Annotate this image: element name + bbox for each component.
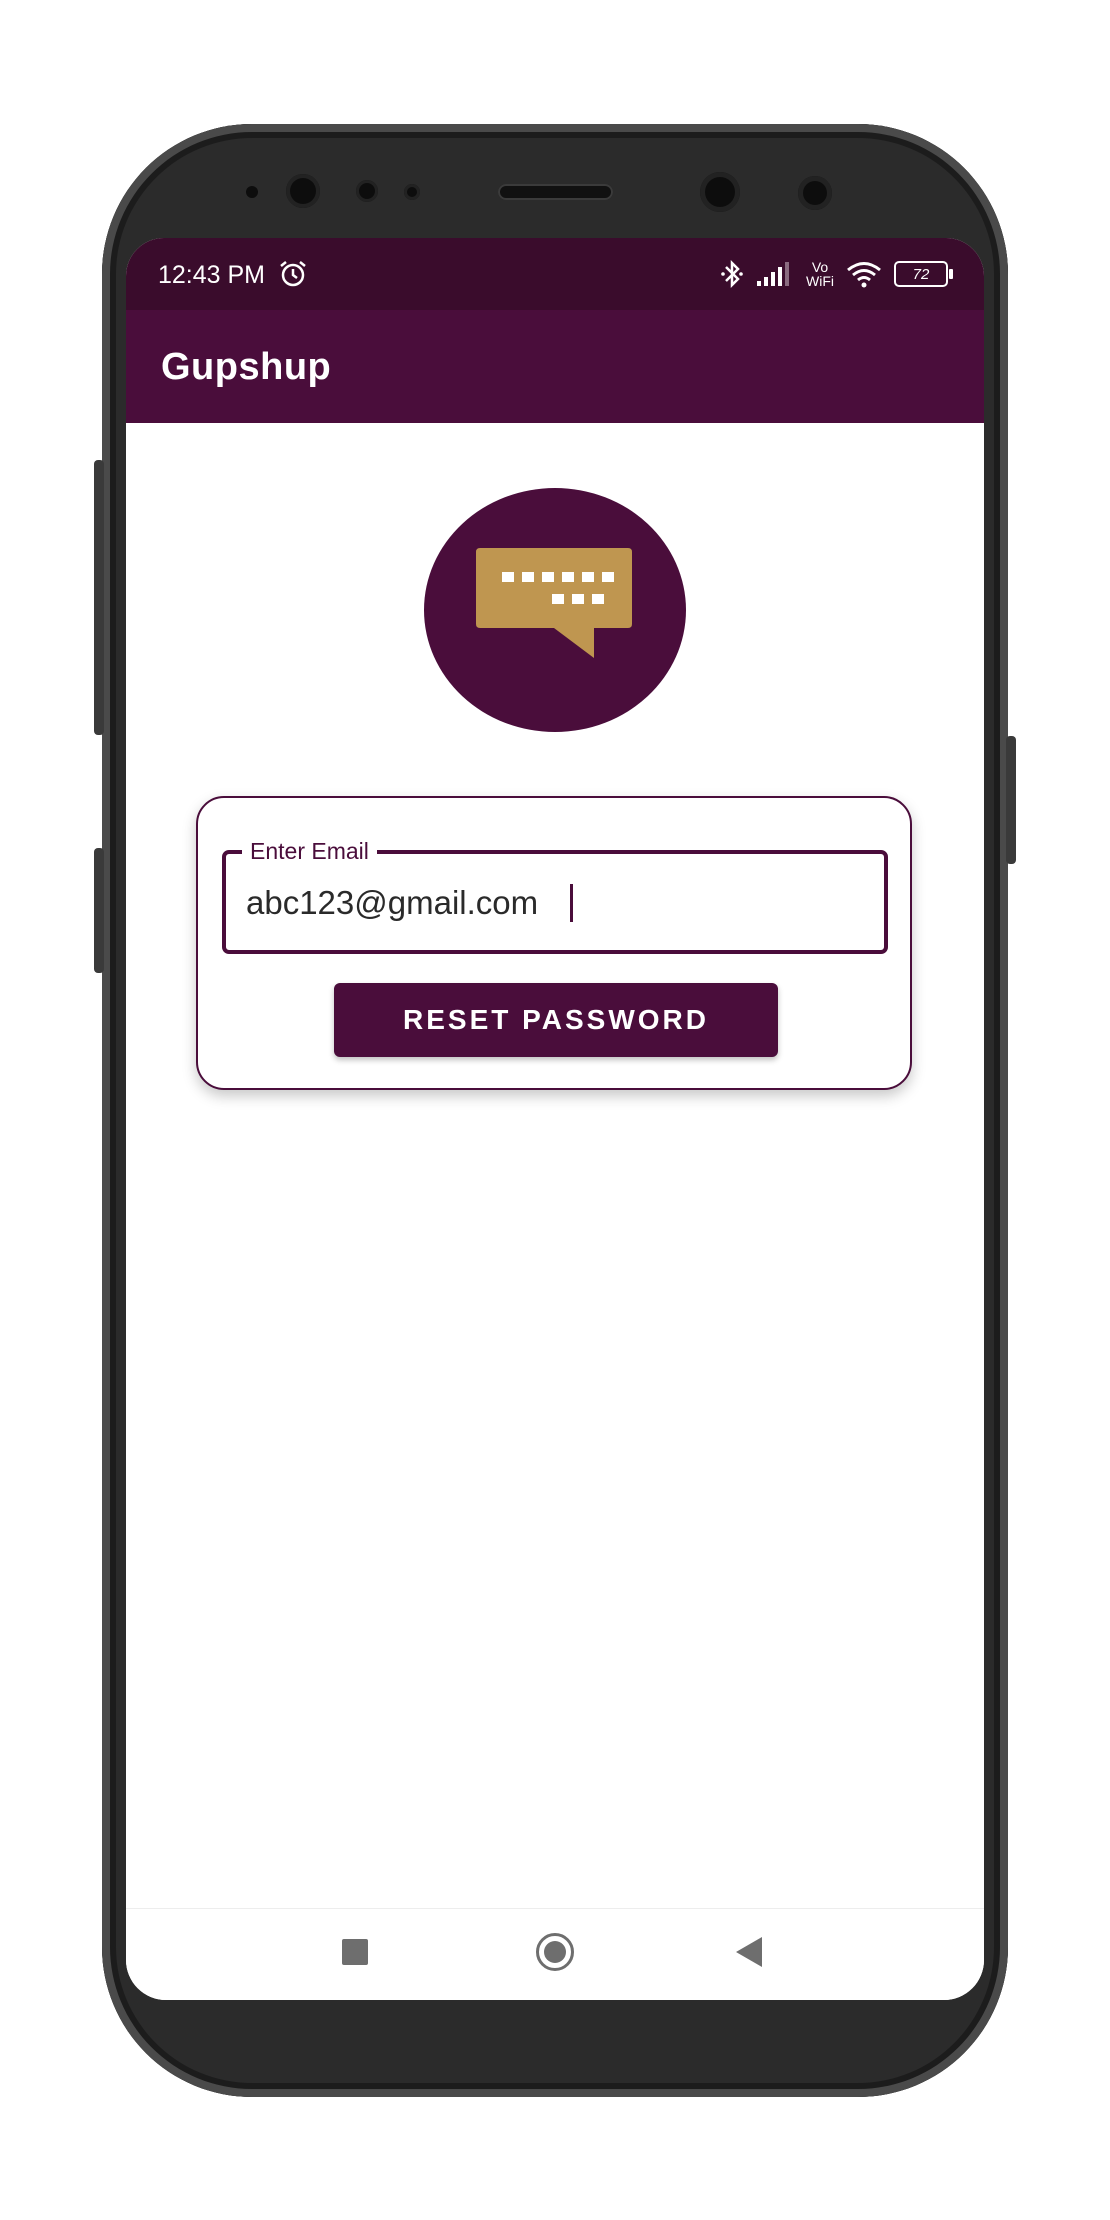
navigation-bar	[126, 1908, 984, 2000]
vowifi-bottom: WiFi	[806, 273, 834, 289]
status-icons: Vo WiFi 72	[720, 256, 953, 292]
circle-icon[interactable]	[536, 1933, 574, 1971]
status-bar: 12:43 PM Vo WiFi 72	[126, 238, 984, 310]
vowifi-indicator: Vo WiFi	[806, 260, 834, 288]
email-input[interactable]	[246, 884, 846, 922]
sensor-dot	[798, 176, 832, 210]
vowifi-top: Vo	[811, 259, 829, 275]
screen: 12:43 PM Vo WiFi 72 Gupshup Enter Email …	[126, 238, 984, 2000]
app-bar: Gupshup	[126, 310, 984, 423]
square-icon[interactable]	[342, 1939, 368, 1965]
app-title: Gupshup	[161, 346, 332, 388]
app-logo	[424, 488, 686, 732]
bluetooth-icon	[721, 259, 743, 289]
email-field-label: Enter Email	[242, 838, 377, 864]
status-time: 12:43 PM	[158, 261, 266, 289]
power-button	[1006, 736, 1016, 864]
sensor-dot	[246, 186, 258, 198]
text-cursor	[570, 884, 573, 922]
chat-keyboard-icon	[476, 548, 632, 658]
wifi-icon	[847, 262, 881, 288]
battery-indicator: 72	[894, 261, 953, 287]
front-camera	[286, 174, 320, 208]
battery-level: 72	[912, 265, 930, 283]
volume-up-button	[94, 460, 104, 735]
volume-down-button	[94, 848, 104, 973]
sensor-dot	[404, 184, 420, 200]
triangle-back-icon[interactable]	[736, 1937, 762, 1967]
reset-password-card: Enter Email RESET PASSWORD	[196, 796, 912, 1090]
earpiece-speaker	[498, 184, 613, 200]
sensor-dot	[356, 180, 378, 202]
alarm-icon	[280, 261, 306, 287]
email-field[interactable]: Enter Email	[222, 838, 888, 954]
front-camera	[700, 172, 740, 212]
signal-icon	[757, 262, 789, 286]
reset-password-button[interactable]: RESET PASSWORD	[334, 983, 778, 1057]
